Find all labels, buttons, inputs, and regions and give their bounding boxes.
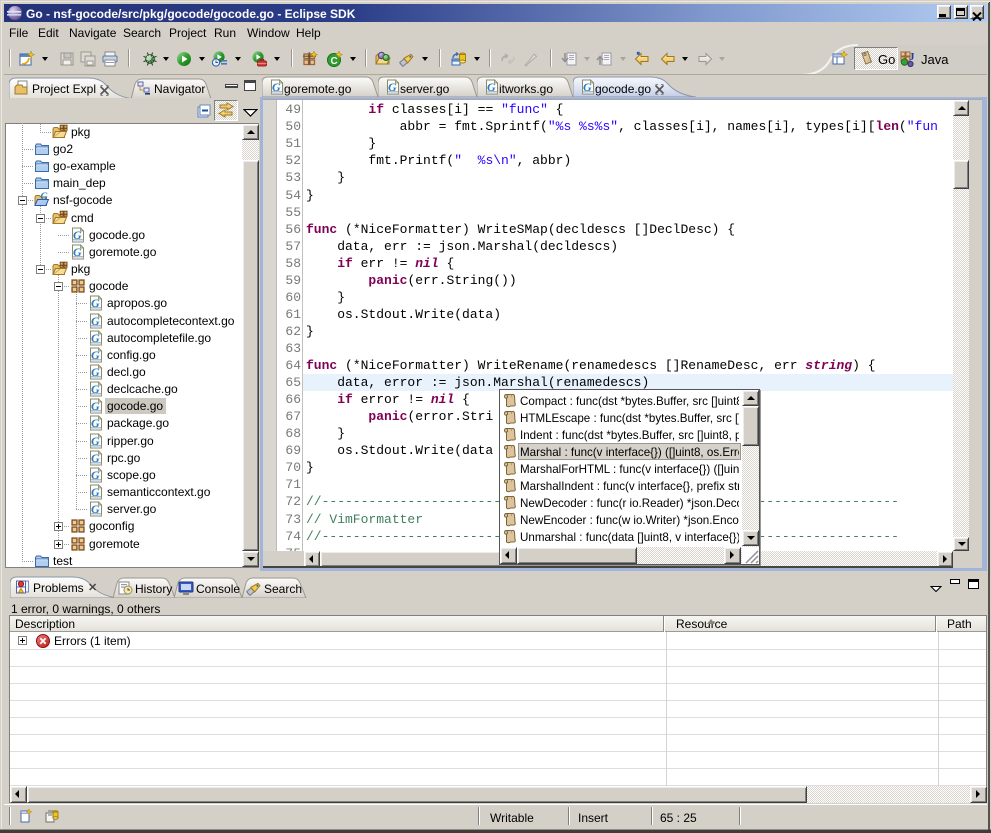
svg-text:G: G (91, 365, 100, 379)
svg-text:G: G (583, 80, 592, 94)
svg-text:G: G (73, 228, 82, 242)
svg-text:G: G (388, 80, 397, 94)
svg-text:G: G (91, 434, 100, 448)
svg-text:G: G (91, 416, 100, 430)
svg-text:G: G (91, 502, 100, 516)
svg-text:G: G (41, 192, 49, 203)
svg-text:G: G (91, 314, 100, 328)
svg-text:G: G (91, 331, 100, 345)
svg-text:G: G (91, 468, 100, 482)
svg-text:G: G (91, 348, 100, 362)
svg-text:G: G (91, 399, 100, 413)
svg-text:G: G (91, 485, 100, 499)
svg-text:G: G (272, 80, 281, 94)
svg-text:G: G (91, 296, 100, 310)
svg-text:G: G (91, 451, 100, 465)
svg-text:C: C (331, 56, 338, 67)
svg-text:G: G (487, 80, 496, 94)
svg-text:G: G (91, 382, 100, 396)
svg-text:G: G (73, 245, 82, 259)
